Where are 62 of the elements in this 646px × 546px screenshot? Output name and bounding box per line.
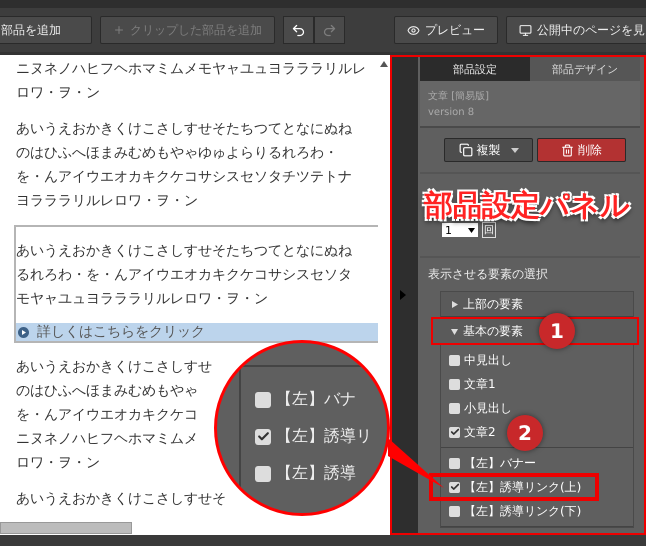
monitor-icon bbox=[519, 24, 532, 36]
part-title: 文章 [簡易版] bbox=[428, 90, 490, 103]
delete-button[interactable]: 削除 bbox=[537, 138, 626, 162]
checkbox[interactable] bbox=[449, 402, 460, 414]
section-heading: 表示させる要素の選択 bbox=[428, 266, 549, 283]
checkbox-item[interactable]: 【左】バナー bbox=[449, 456, 536, 470]
checkbox[interactable] bbox=[449, 378, 460, 390]
text-line: ロワ・ヲ・ン bbox=[16, 454, 100, 473]
text-line: ニヌネノハヒフヘホマミムメモヤャユュヨラララリルレ bbox=[16, 60, 366, 79]
trash-icon bbox=[561, 144, 574, 156]
version-text: version 8 bbox=[428, 107, 476, 118]
text-line: ロワ・ヲ・ン bbox=[16, 84, 100, 103]
text-line: あいうえおかきくけこさしすせ bbox=[16, 358, 212, 377]
checkbox[interactable] bbox=[449, 458, 460, 468]
scroll-up-icon[interactable] bbox=[380, 61, 388, 67]
text-line: を・んアイウエオカキクケコ bbox=[16, 406, 198, 425]
magnified-item: 【左】誘導リ bbox=[255, 426, 387, 447]
checkbox-item[interactable]: 中見出し bbox=[449, 353, 512, 367]
scrollbar-thumb[interactable] bbox=[0, 522, 132, 534]
toolbar-button[interactable]: プレビュー bbox=[394, 16, 498, 44]
text-line: のはひふへほまみむめもやゃゆゅよらりるれろわ・ bbox=[16, 144, 338, 163]
redo-icon bbox=[322, 22, 337, 38]
caret-right-icon bbox=[451, 300, 458, 308]
copy-icon bbox=[458, 143, 472, 157]
text-line: あいうえおかきくけこさしすせそたちつてとなにぬね bbox=[16, 120, 352, 139]
step-marker: 1 bbox=[539, 313, 575, 349]
checkbox-item[interactable]: 文章2 bbox=[449, 425, 496, 439]
undo-button[interactable] bbox=[283, 16, 314, 44]
text-line: のはひふへほまみむめもやゃ bbox=[16, 382, 198, 401]
toolbar-button[interactable]: 公開中のページを見 bbox=[506, 16, 646, 44]
annotation-label: 部品設定パネル bbox=[424, 187, 630, 224]
text-line: るれろわ・を・んアイウエオカキクケコサシスセソタ bbox=[16, 266, 352, 285]
plus-icon bbox=[113, 24, 125, 36]
checkbox-item[interactable]: 【左】誘導リンク(下) bbox=[449, 504, 582, 518]
eye-icon bbox=[407, 24, 420, 36]
play-circle-icon bbox=[18, 326, 29, 338]
caret-icon bbox=[510, 148, 518, 152]
checkbox-item[interactable]: 小見出し bbox=[449, 401, 512, 415]
magnified-item: 【左】バナ bbox=[255, 389, 387, 410]
unit-label: 回 bbox=[482, 222, 496, 238]
checkbox-item[interactable]: 文章1 bbox=[449, 377, 496, 391]
undo-icon bbox=[291, 22, 306, 38]
tab[interactable]: 部品設定 bbox=[420, 57, 530, 81]
text-line: を・んアイウエオカキクケコサシスセソタチツテトナ bbox=[16, 168, 352, 187]
text-line: あいうえおかきくけこさしすせそ bbox=[16, 490, 226, 509]
magnified-item: 【左】誘導 bbox=[255, 463, 387, 484]
toolbar-button[interactable]: 部品を追加 bbox=[0, 16, 92, 44]
step-marker: 2 bbox=[507, 415, 543, 451]
caret-icon bbox=[468, 228, 475, 232]
text-line: ニヌネノハヒフヘホマミムメ bbox=[16, 430, 198, 449]
checkbox-item[interactable]: 【左】誘導リンク(上) bbox=[449, 480, 582, 494]
checkbox[interactable] bbox=[449, 482, 460, 492]
count-select[interactable]: 1 bbox=[442, 223, 478, 237]
text-line: ヨラララリルレロワ・ヲ・ン bbox=[16, 192, 198, 211]
checkbox[interactable] bbox=[449, 426, 460, 438]
link[interactable]: 詳しくはこちらをクリック bbox=[16, 323, 378, 341]
text-line: あいうえおかきくけこさしすせそたちつてとなにぬね bbox=[16, 242, 352, 261]
copy-button[interactable]: 複製 bbox=[444, 138, 533, 162]
checkbox[interactable] bbox=[449, 354, 460, 366]
caret-down-icon bbox=[451, 328, 458, 334]
text-line: モヤャユュヨラララリルレロワ・ヲ・ン bbox=[16, 290, 268, 309]
checkbox[interactable] bbox=[449, 506, 460, 516]
